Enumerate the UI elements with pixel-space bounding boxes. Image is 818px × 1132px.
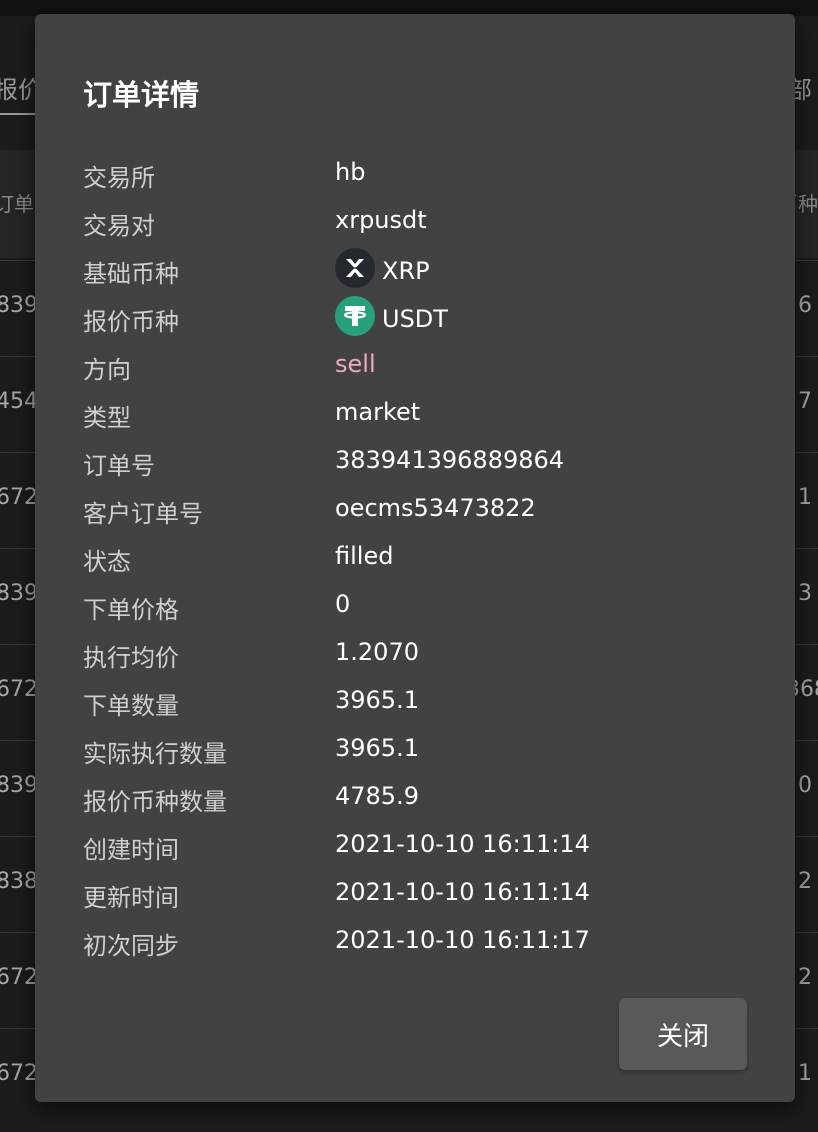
detail-label: 方向 (83, 356, 131, 384)
table-cell: 1 (798, 485, 812, 510)
table-cell: 839 (0, 293, 38, 318)
detail-label: 交易对 (83, 212, 155, 240)
detail-row-client-order-id: 客户订单号 oecms53473822 (83, 486, 763, 534)
base-currency-text: XRP (382, 257, 430, 285)
table-cell: 672 (0, 677, 38, 702)
detail-row-order-amount: 下单数量 3965.1 (83, 678, 763, 726)
detail-label: 实际执行数量 (83, 740, 227, 768)
table-cell: 672 (0, 485, 38, 510)
detail-row-avg-price: 执行均价 1.2070 (83, 630, 763, 678)
detail-value: 1.2070 (335, 638, 419, 666)
detail-value: filled (335, 542, 394, 570)
table-cell: 7 (798, 389, 812, 414)
quote-currency-text: USDT (382, 305, 448, 333)
table-cell: 3 (798, 581, 812, 606)
detail-label: 报价币种 (83, 308, 179, 336)
detail-label: 交易所 (83, 164, 155, 192)
table-cell: 672 (0, 1061, 38, 1086)
detail-label: 下单价格 (83, 596, 179, 624)
detail-label: 类型 (83, 404, 131, 432)
detail-label: 状态 (83, 548, 131, 576)
detail-value: 2021-10-10 16:11:14 (335, 878, 590, 906)
table-cell: 2 (798, 965, 812, 990)
detail-label: 初次同步 (83, 932, 179, 960)
table-cell: 839 (0, 773, 38, 798)
detail-label: 订单号 (83, 452, 155, 480)
close-button[interactable]: 关闭 (619, 998, 747, 1070)
detail-label: 下单数量 (83, 692, 179, 720)
xrp-icon (335, 248, 375, 288)
detail-label: 更新时间 (83, 884, 179, 912)
table-cell: 2 (798, 869, 812, 894)
detail-label: 基础币种 (83, 260, 179, 288)
detail-row-updated-at: 更新时间 2021-10-10 16:11:14 (83, 870, 763, 918)
detail-row-quote-amount: 报价币种数量 4785.9 (83, 774, 763, 822)
detail-row-side: 方向 sell (83, 342, 763, 390)
detail-label: 创建时间 (83, 836, 179, 864)
detail-value: 383941396889864 (335, 446, 565, 474)
detail-value: 3965.1 (335, 734, 419, 762)
usdt-icon (335, 296, 375, 336)
table-cell: 1 (798, 1061, 812, 1086)
detail-value-with-icon: USDT (335, 296, 448, 336)
detail-label: 执行均价 (83, 644, 179, 672)
detail-row-base-currency: 基础币种 XRP (83, 246, 763, 294)
table-cell: 0 (798, 773, 812, 798)
detail-value: market (335, 398, 421, 426)
detail-row-first-sync: 初次同步 2021-10-10 16:11:17 (83, 918, 763, 966)
detail-row-filled-amount: 实际执行数量 3965.1 (83, 726, 763, 774)
side-value: sell (335, 350, 376, 378)
detail-value: oecms53473822 (335, 494, 536, 522)
detail-value: 3965.1 (335, 686, 419, 714)
detail-value-with-icon: XRP (335, 248, 430, 288)
detail-row-pair: 交易对 xrpusdt (83, 198, 763, 246)
detail-value: 4785.9 (335, 782, 419, 810)
detail-row-type: 类型 market (83, 390, 763, 438)
table-cell: 839 (0, 581, 38, 606)
table-cell: 454 (0, 389, 38, 414)
dialog-title: 订单详情 (83, 78, 200, 112)
order-detail-dialog: 订单详情 交易所 hb 交易对 xrpusdt 基础币种 XRP 报价币种 US… (35, 14, 795, 1102)
detail-row-status: 状态 filled (83, 534, 763, 582)
detail-label: 报价币种数量 (83, 788, 227, 816)
detail-row-order-id: 订单号 383941396889864 (83, 438, 763, 486)
detail-row-created-at: 创建时间 2021-10-10 16:11:14 (83, 822, 763, 870)
detail-row-quote-currency: 报价币种 USDT (83, 294, 763, 342)
detail-value: xrpusdt (335, 206, 427, 234)
detail-row-exchange: 交易所 hb (83, 150, 763, 198)
detail-list: 交易所 hb 交易对 xrpusdt 基础币种 XRP 报价币种 USDT 方向… (83, 150, 763, 966)
table-cell: 672 (0, 965, 38, 990)
detail-label: 客户订单号 (83, 500, 203, 528)
detail-value: 0 (335, 590, 351, 618)
detail-value: 2021-10-10 16:11:14 (335, 830, 590, 858)
table-cell: 6 (798, 293, 812, 318)
detail-row-order-price: 下单价格 0 (83, 582, 763, 630)
detail-value: 2021-10-10 16:11:17 (335, 926, 590, 954)
detail-value: hb (335, 158, 366, 186)
table-cell: 838 (0, 869, 38, 894)
